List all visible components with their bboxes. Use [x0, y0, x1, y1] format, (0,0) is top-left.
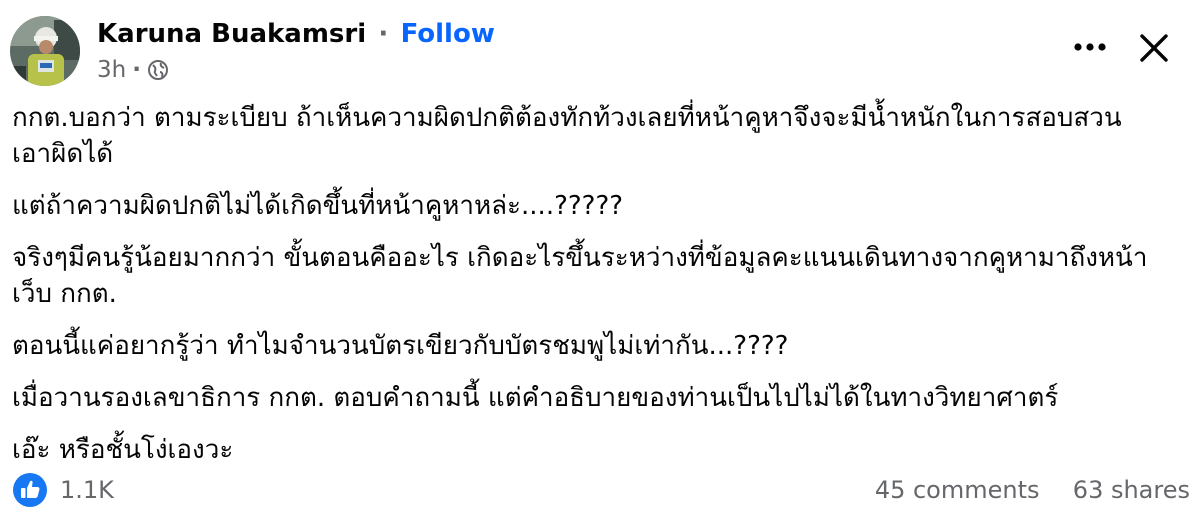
more-horizontal-icon [1074, 43, 1106, 51]
post-body: กกต.บอกว่า ตามระเบียบ ถ้าเห็นความผิดปกติ… [12, 100, 1182, 484]
follow-button[interactable]: Follow [401, 19, 495, 49]
post-paragraph: แต่ถ้าความผิดปกติไม่ได้เกิดขึ้นที่หน้าคู… [12, 191, 624, 221]
shares-count[interactable]: 63 shares [1073, 476, 1190, 504]
close-button[interactable] [1136, 30, 1172, 66]
post-meta: 3h · [97, 55, 169, 85]
post-paragraph: ตอนนี้แค่อยากรู้ว่า ทำไมจำนวนบัตรเขียวกั… [12, 331, 789, 361]
name-separator: · [378, 19, 389, 49]
post-paragraph: จริงๆมีคนรู้น้อยมากกว่า ขั้นตอนคืออะไร เ… [12, 243, 1148, 309]
post-paragraph: เอ๊ะ หรือชั้นโง่เองวะ [12, 435, 234, 465]
meta-separator: · [132, 57, 141, 83]
post-paragraph: กกต.บอกว่า ตามระเบียบ ถ้าเห็นความผิดปกติ… [12, 103, 1122, 169]
author-row: Karuna Buakamsri · Follow [97, 17, 495, 51]
close-icon [1140, 34, 1168, 62]
avatar-photo [10, 16, 80, 86]
author-name[interactable]: Karuna Buakamsri [97, 19, 366, 49]
more-options-button[interactable] [1068, 30, 1112, 64]
engagement-stats: 45 comments 63 shares [875, 474, 1190, 506]
comments-count[interactable]: 45 comments [875, 476, 1040, 504]
post-paragraph: เมื่อวานรองเลขาธิการ กกต. ตอบคำถามนี้ แต… [12, 383, 1059, 413]
post-footer: 1.1K 45 comments 63 shares [10, 470, 1190, 510]
like-count[interactable]: 1.1K [60, 474, 114, 506]
author-avatar[interactable] [10, 16, 80, 86]
facebook-post: Karuna Buakamsri · Follow 3h · กกต.บอกว่… [0, 0, 1200, 520]
globe-icon[interactable] [147, 59, 169, 81]
like-thumb-icon[interactable] [12, 472, 48, 508]
post-time[interactable]: 3h [97, 57, 126, 83]
